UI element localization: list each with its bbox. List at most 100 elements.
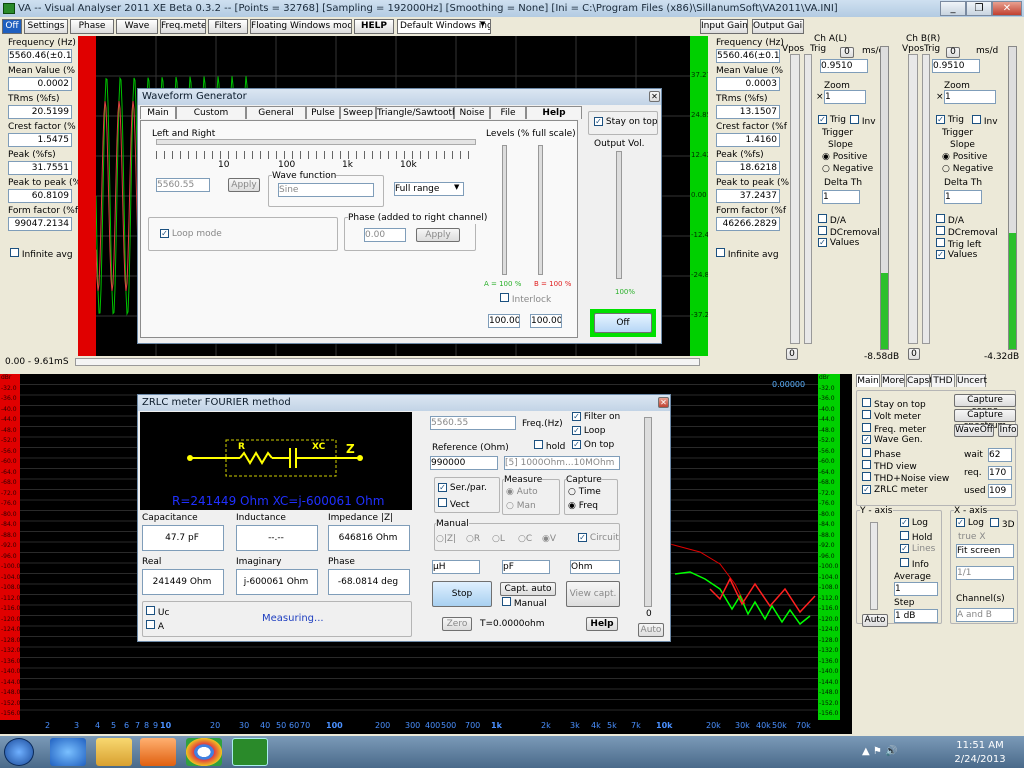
capture-scope-button[interactable]: Capture scope bbox=[954, 394, 1016, 416]
loop-mode-checkbox[interactable]: ✓ Loop mode bbox=[160, 229, 222, 240]
spectrum-option-checkbox[interactable]: THD+Noise view bbox=[862, 472, 949, 485]
stay-on-top-checkbox[interactable]: ✓ Stay on top bbox=[594, 117, 658, 128]
x-3d-checkbox[interactable]: 3D bbox=[990, 518, 1015, 531]
right-infinite-avg[interactable]: Infinite avg bbox=[716, 248, 779, 261]
phase-field[interactable]: 0.00 bbox=[364, 228, 406, 242]
manual-r-radio[interactable]: ○R bbox=[466, 534, 480, 545]
filters-button[interactable]: Filters bbox=[208, 19, 248, 34]
capture-spectrum-button[interactable]: Capture spectrum bbox=[954, 409, 1016, 431]
wave-button[interactable]: Wave bbox=[116, 19, 158, 34]
chb-zero-button[interactable]: 0 bbox=[946, 47, 960, 58]
average-select[interactable]: 1 bbox=[894, 582, 938, 596]
channels-select[interactable]: A and B bbox=[956, 608, 1014, 622]
cha-trig-slider[interactable] bbox=[804, 54, 812, 344]
waveform-tab[interactable]: General setup bbox=[246, 106, 306, 130]
frequency-slider[interactable] bbox=[156, 139, 476, 145]
maximize-button[interactable]: ❐ bbox=[966, 1, 992, 16]
info-button[interactable]: Info bbox=[998, 424, 1018, 437]
layout-select[interactable]: Default Windows ing bbox=[397, 19, 491, 34]
cha-inv-checkbox[interactable]: Inv bbox=[850, 115, 876, 128]
output-vol-slider[interactable] bbox=[616, 151, 622, 279]
auto-radio[interactable]: ◉ Auto bbox=[506, 487, 538, 498]
waveform-tab[interactable]: Triangle/Sawtooth bbox=[376, 106, 458, 119]
reference-field[interactable]: 990000 bbox=[430, 456, 498, 470]
chb-positive-radio[interactable]: ◉ Positive bbox=[942, 152, 987, 163]
spectrum-option-checkbox[interactable]: Stay on top bbox=[862, 398, 926, 411]
start-button[interactable] bbox=[4, 738, 34, 766]
level-a-slider[interactable] bbox=[502, 145, 507, 275]
freqmeter-button[interactable]: Freq.meter bbox=[160, 19, 206, 34]
wave-function-select[interactable]: Sine bbox=[278, 183, 374, 197]
a-checkbox[interactable]: A bbox=[146, 620, 164, 633]
cha-zoom-field[interactable]: 1 bbox=[824, 90, 866, 104]
waveform-close-button[interactable]: ✕ bbox=[649, 91, 660, 102]
manual-v-radio[interactable]: ◉V bbox=[542, 534, 556, 545]
y-info-checkbox[interactable]: Info bbox=[900, 558, 929, 571]
manual-checkbox[interactable]: Manual bbox=[502, 597, 547, 610]
waveform-tab[interactable]: Pulse bbox=[306, 106, 340, 119]
spectrum-panel-tab[interactable]: More bbox=[881, 374, 905, 387]
spectrum-option-checkbox[interactable]: Freq. meter bbox=[862, 422, 926, 436]
folder-icon[interactable] bbox=[96, 738, 132, 766]
cha-negative-radio[interactable]: ○ Negative bbox=[822, 164, 873, 175]
filter-on-checkbox[interactable]: ✓ Filter on bbox=[572, 412, 620, 423]
y-axis-slider[interactable] bbox=[870, 522, 878, 610]
close-button[interactable]: ✕ bbox=[992, 1, 1022, 16]
level-b-slider[interactable] bbox=[538, 145, 543, 275]
spectrum-option-checkbox[interactable]: THD view bbox=[862, 460, 917, 473]
manual-z-radio[interactable]: ○|Z| bbox=[436, 534, 456, 545]
y-log-checkbox[interactable]: ✓ Log bbox=[900, 518, 928, 529]
y-auto-button[interactable]: Auto bbox=[862, 614, 888, 627]
level-a-field[interactable]: 100.00 bbox=[488, 314, 520, 328]
visual-analyser-icon[interactable] bbox=[232, 738, 268, 766]
waveoff-button[interactable]: WaveOff bbox=[954, 424, 994, 437]
zrlc-auto-button[interactable]: Auto bbox=[638, 623, 664, 637]
ratio-select[interactable]: 1/1 bbox=[956, 566, 1014, 580]
cha-positive-radio[interactable]: ◉ Positive bbox=[822, 152, 867, 163]
man-radio[interactable]: ○ Man bbox=[506, 501, 536, 512]
chb-trig-checkbox[interactable]: ✓ Trig bbox=[936, 115, 964, 126]
chb-delta-field[interactable]: 1 bbox=[944, 190, 982, 204]
waveform-tab[interactable]: File bbox=[490, 106, 526, 119]
stop-button[interactable]: Stop bbox=[432, 581, 492, 607]
circuit-checkbox[interactable]: ✓ Circuit bbox=[578, 533, 619, 544]
ie-icon[interactable] bbox=[50, 738, 86, 766]
level-b-field[interactable]: 100.00 bbox=[530, 314, 562, 328]
y-hold-checkbox[interactable]: Hold bbox=[900, 531, 932, 544]
spectrum-option-checkbox[interactable]: Phase bbox=[862, 447, 901, 461]
cha-values-checkbox[interactable]: ✓ Values bbox=[818, 238, 859, 249]
clock-time[interactable]: 11:51 AM bbox=[950, 740, 1010, 751]
help-button[interactable]: HELP bbox=[354, 19, 394, 34]
scope-scrollbar[interactable] bbox=[75, 358, 700, 366]
unit-uh-select[interactable]: µH bbox=[432, 560, 480, 574]
cha-ms-field[interactable]: 0.9510 bbox=[820, 59, 868, 73]
chb-ms-field[interactable]: 0.9510 bbox=[932, 59, 980, 73]
spectrum-option-checkbox[interactable]: ✓ ZRLC meter bbox=[862, 484, 928, 496]
phase-apply-button[interactable]: Apply bbox=[416, 228, 460, 242]
input-gain-button[interactable]: Input Gain bbox=[700, 19, 748, 34]
unit-pf-select[interactable]: pF bbox=[502, 560, 550, 574]
ser-par-checkbox[interactable]: ✓ Ser./par. bbox=[438, 483, 487, 494]
output-gain-button[interactable]: Output Gain bbox=[752, 19, 804, 34]
loop-checkbox[interactable]: ✓ Loop bbox=[572, 426, 605, 437]
cha-trig-checkbox[interactable]: ✓ Trig bbox=[818, 115, 846, 126]
cha-delta-field[interactable]: 1 bbox=[822, 190, 860, 204]
reference-range-select[interactable]: [5] 1000Ohm...10MOhm bbox=[504, 456, 620, 470]
x-log-checkbox[interactable]: ✓ Log bbox=[956, 518, 984, 529]
fit-screen-select[interactable]: Fit screen bbox=[956, 544, 1014, 558]
uc-checkbox[interactable]: Uc bbox=[146, 606, 169, 619]
zrlc-vertical-slider[interactable] bbox=[644, 417, 652, 607]
spectrum-option-checkbox[interactable]: ✓ Wave Gen. bbox=[862, 435, 923, 446]
zrlc-freq-select[interactable]: 5560.55 bbox=[430, 416, 516, 430]
spectrum-panel-tab[interactable]: Capst bbox=[906, 374, 933, 387]
view-capt-button[interactable]: View capt. bbox=[566, 581, 620, 607]
chb-negative-radio[interactable]: ○ Negative bbox=[942, 164, 993, 175]
manual-l-radio[interactable]: ○L bbox=[492, 534, 505, 545]
spectrum-panel-tab[interactable]: Main bbox=[856, 374, 880, 387]
media-player-icon[interactable] bbox=[140, 738, 176, 766]
cha-zero-button[interactable]: 0 bbox=[840, 47, 854, 58]
spectrum-panel-tab[interactable]: THD bbox=[931, 374, 955, 387]
waveform-tab[interactable]: Sweep bbox=[340, 106, 376, 119]
minimize-button[interactable]: _ bbox=[940, 1, 966, 16]
step-select[interactable]: 1 dB bbox=[894, 609, 938, 623]
